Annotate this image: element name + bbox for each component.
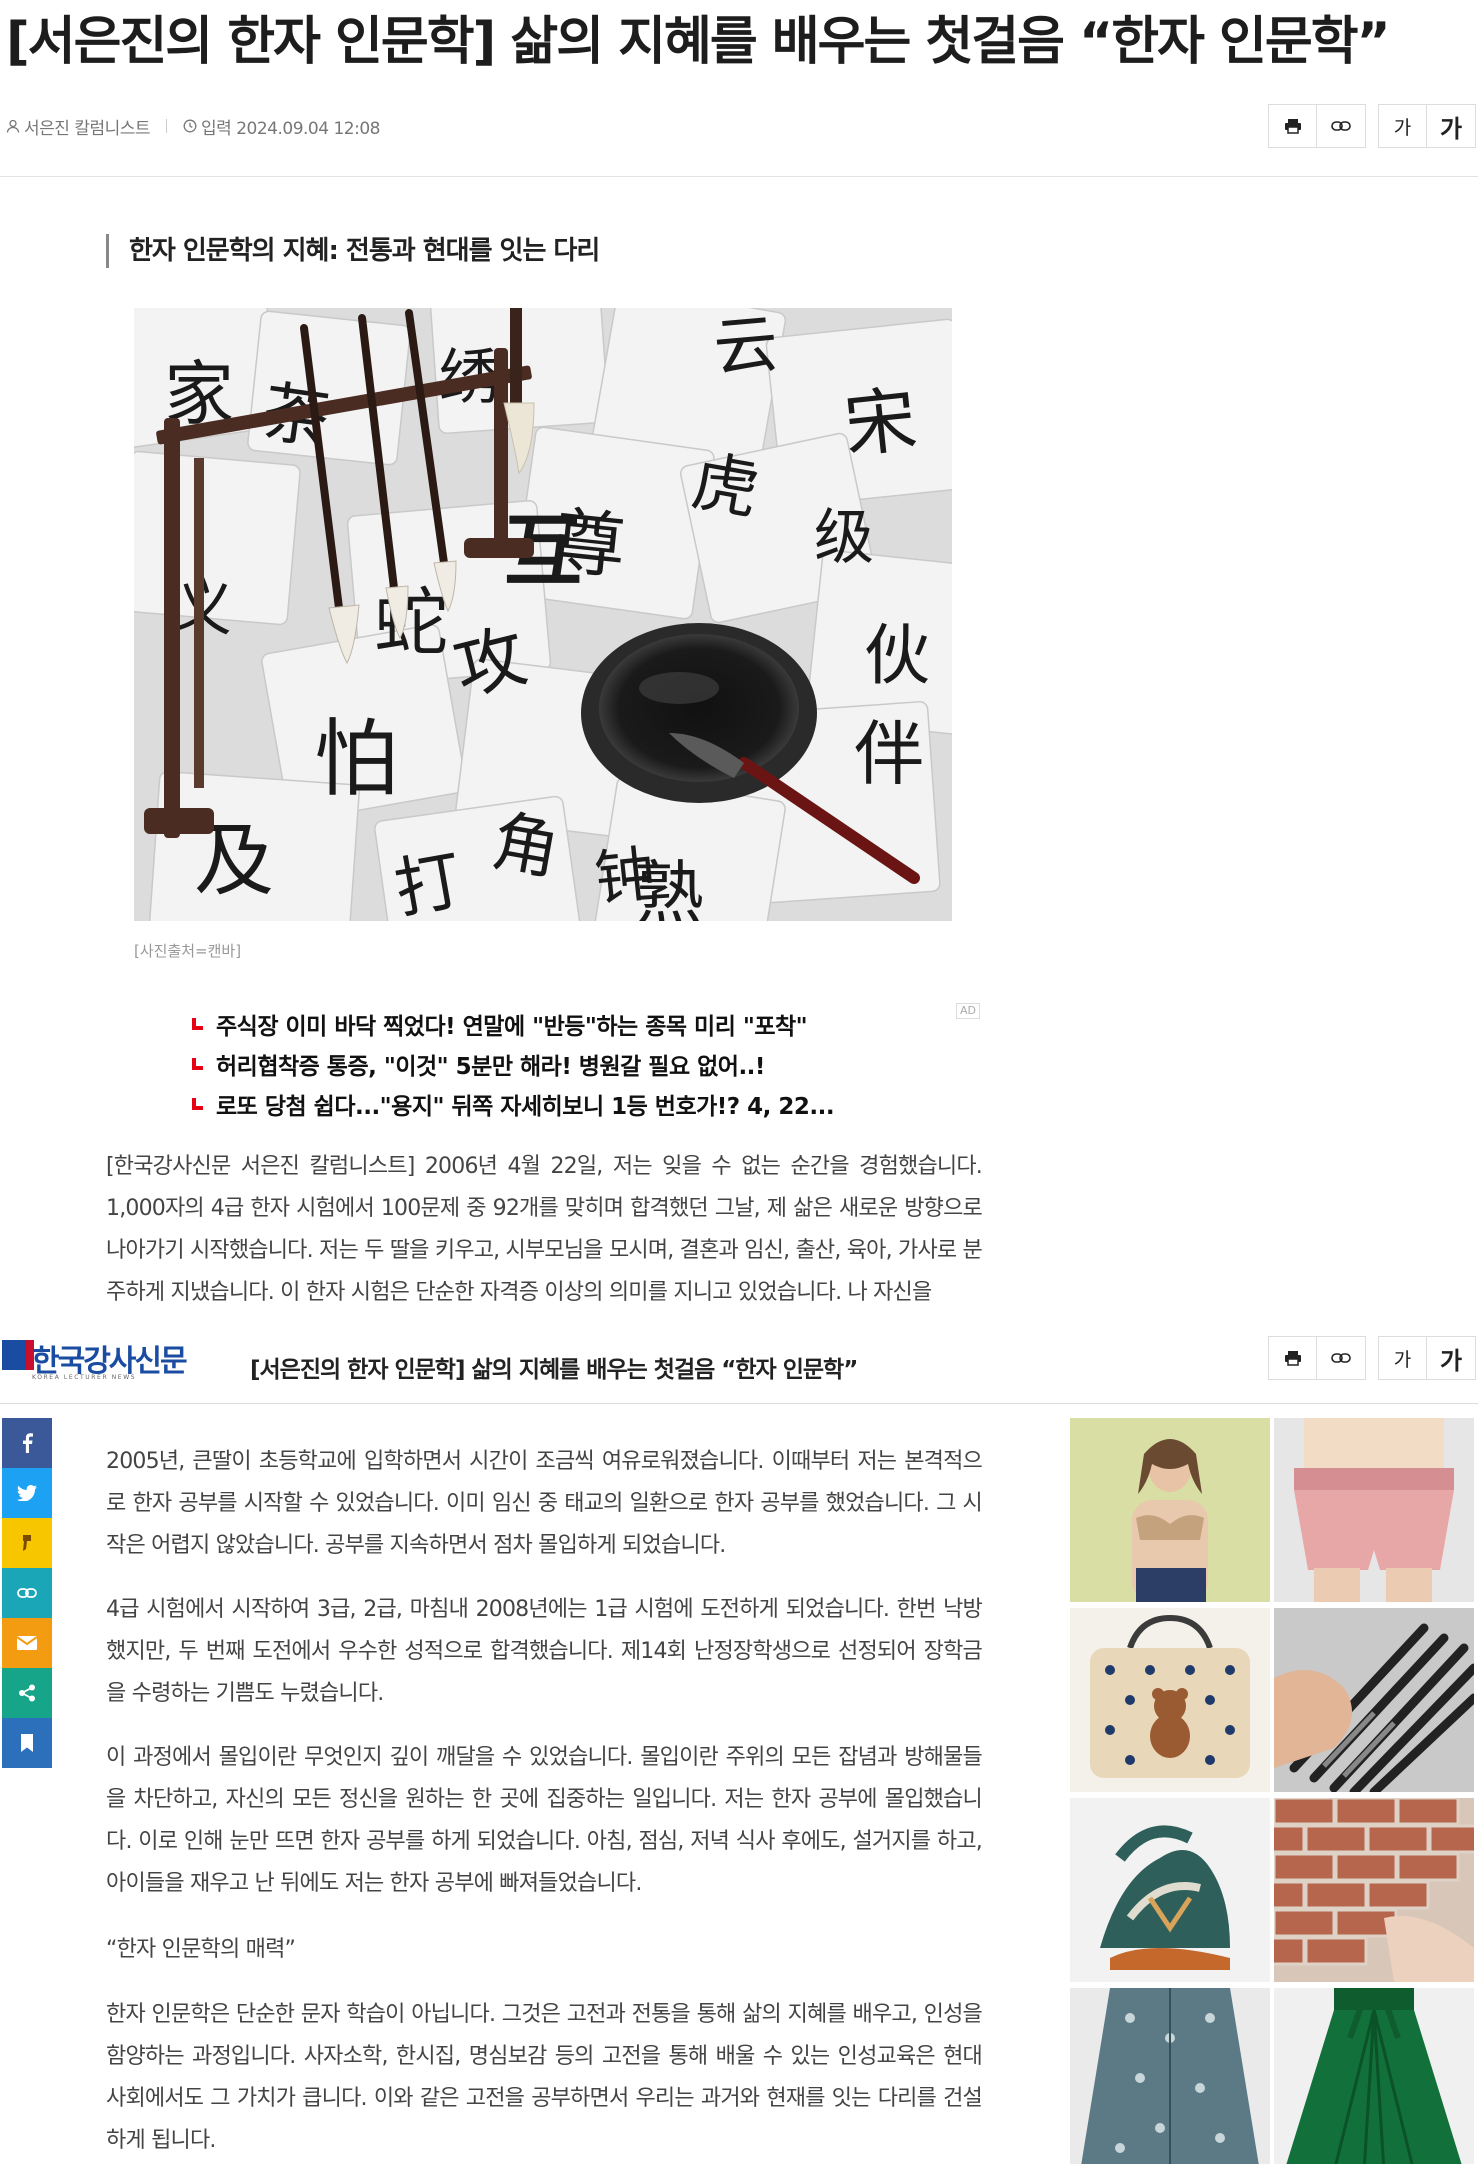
bookmark-icon xyxy=(21,1734,33,1752)
svg-text:角: 角 xyxy=(486,802,564,889)
sponsored-link[interactable]: 로또 당첨 쉽다..."용지" 뒤쪽 자세히보니 1등 번호가!? 4, 22.… xyxy=(192,1084,982,1124)
sidebar-ad-grid[interactable]: ⓘ ✕ xyxy=(1068,1416,1478,2164)
ad-tile[interactable] xyxy=(1070,1798,1270,1982)
clock-icon xyxy=(183,119,197,133)
svg-text:宋: 宋 xyxy=(840,377,920,468)
article-paragraph: 한자 인문학은 단순한 문자 학습이 아닙니다. 그것은 고전과 전통을 통해 … xyxy=(106,2002,983,2153)
svg-text:伴: 伴 xyxy=(854,713,924,795)
sponsored-link[interactable]: 주식장 이미 바닥 찍었다! 연말에 "반등"하는 종목 미리 "포착" xyxy=(192,1004,982,1044)
article-title: [서은진의 한자 인문학] 삶의 지혜를 배우는 첫걸음 “한자 인문학” xyxy=(6,12,1391,72)
logo-subtitle: KOREA LECTURER NEWS xyxy=(32,1374,137,1381)
font-smaller-button[interactable]: 가 xyxy=(1379,105,1427,147)
svg-text:云: 云 xyxy=(711,308,781,386)
ad-tile[interactable] xyxy=(1274,1988,1474,2164)
photo-caption: [사진출처=캔바] xyxy=(134,942,242,960)
article-quote-heading: “한자 인문학의 매력” xyxy=(106,1937,296,1962)
bullet-icon xyxy=(192,1098,204,1110)
share-kakaostory-button[interactable] xyxy=(2,1518,52,1568)
link-icon xyxy=(17,1588,37,1598)
bullet-icon xyxy=(192,1018,204,1030)
svg-text:伙: 伙 xyxy=(864,617,930,694)
article-meta: 서은진 칼럼니스트 입력 2024.09.04 12:08 xyxy=(6,113,380,139)
logo-mark xyxy=(2,1340,34,1370)
svg-text:蛇: 蛇 xyxy=(374,580,448,666)
svg-text:虎: 虎 xyxy=(686,442,764,529)
share-rail xyxy=(2,1418,52,1768)
ad-tile[interactable] xyxy=(1070,1418,1270,1602)
font-size-tools: 가 가 xyxy=(1378,104,1476,148)
publish-date: 입력 2024.09.04 12:08 xyxy=(201,118,380,139)
sticky-title: [서은진의 한자 인문학] 삶의 지혜를 배우는 첫걸음 “한자 인문학” xyxy=(250,1357,858,1383)
share-tools xyxy=(1268,1336,1366,1380)
link-icon xyxy=(1331,1353,1351,1363)
print-button[interactable] xyxy=(1269,1337,1317,1379)
sponsored-link[interactable]: 허리협착증 통증, "이것" 5분만 해라! 병원갈 필요 없어..! xyxy=(192,1044,982,1084)
ad-tile[interactable] xyxy=(1274,1798,1474,1982)
copy-link-button[interactable] xyxy=(1317,105,1365,147)
meta-divider xyxy=(166,119,168,133)
share-copy-link-button[interactable] xyxy=(2,1568,52,1618)
bullet-icon xyxy=(192,1058,204,1070)
svg-text:钟: 钟 xyxy=(591,839,658,915)
sticky-header: 한국강사신문 KOREA LECTURER NEWS [서은진의 한자 인문학]… xyxy=(0,1324,1478,1404)
share-email-button[interactable] xyxy=(2,1618,52,1668)
sticky-toolbar: 가 가 xyxy=(1268,1336,1476,1380)
article-subhead: 한자 인문학의 지혜: 전통과 현대를 잇는 다리 xyxy=(106,234,600,268)
ad-tile[interactable] xyxy=(1274,1418,1474,1602)
ad-tile[interactable] xyxy=(1070,1988,1270,2164)
print-icon xyxy=(1284,1351,1301,1366)
twitter-icon xyxy=(17,1485,37,1501)
font-size-tools: 가 가 xyxy=(1378,1336,1476,1380)
svg-text:怕: 怕 xyxy=(314,710,398,808)
share-facebook-button[interactable] xyxy=(2,1418,52,1468)
facebook-icon xyxy=(23,1433,33,1453)
font-larger-button[interactable]: 가 xyxy=(1427,105,1475,147)
user-icon xyxy=(6,119,20,133)
font-larger-button[interactable]: 가 xyxy=(1427,1337,1475,1379)
article-toolbar: 가 가 xyxy=(1268,104,1476,148)
site-logo[interactable]: 한국강사신문 KOREA LECTURER NEWS xyxy=(2,1336,188,1386)
sponsored-links: 주식장 이미 바닥 찍었다! 연말에 "반등"하는 종목 미리 "포착" 허리협… xyxy=(192,1004,982,1124)
share-more-button[interactable] xyxy=(2,1668,52,1718)
article-paragraph: 4급 시험에서 시작하여 3급, 2급, 마침내 2008년에는 1급 시험에 … xyxy=(106,1597,983,1706)
share-icon xyxy=(19,1684,35,1702)
font-smaller-button[interactable]: 가 xyxy=(1379,1337,1427,1379)
copy-link-button[interactable] xyxy=(1317,1337,1365,1379)
ad-tile[interactable] xyxy=(1274,1608,1474,1792)
article-paragraph: [한국강사신문 서은진 칼럼니스트] 2006년 4월 22일, 저는 잊을 수… xyxy=(106,1154,982,1305)
article-paragraph: 이 과정에서 몰입이란 무엇인지 깊이 깨달을 수 있었습니다. 몰입이란 주위… xyxy=(106,1745,983,1896)
bookmark-button[interactable] xyxy=(2,1718,52,1768)
sponsored-link-text: 주식장 이미 바닥 찍었다! 연말에 "반등"하는 종목 미리 "포착" xyxy=(216,1014,808,1040)
ad-tile[interactable] xyxy=(1070,1608,1270,1792)
share-twitter-button[interactable] xyxy=(2,1468,52,1518)
share-tools xyxy=(1268,104,1366,148)
article-paragraph: 2005년, 큰딸이 초등학교에 입학하면서 시간이 조금씩 여유로워졌습니다.… xyxy=(106,1449,983,1558)
email-icon xyxy=(17,1636,37,1650)
header-divider xyxy=(0,176,1478,177)
author-name: 서은진 칼럼니스트 xyxy=(24,118,151,139)
kakaostory-icon xyxy=(23,1535,31,1551)
print-button[interactable] xyxy=(1269,105,1317,147)
link-icon xyxy=(1331,121,1351,131)
sponsored-link-text: 허리협착증 통증, "이것" 5분만 해라! 병원갈 필요 없어..! xyxy=(216,1054,765,1080)
article-photo: 家 茶 绣 云 宋 虎 尊 级 互 蛇 攻 怕 伙 伴 令 及 打 角 熟 钟 … xyxy=(134,308,952,921)
print-icon xyxy=(1284,119,1301,134)
sponsored-link-text: 로또 당첨 쉽다..."용지" 뒤쪽 자세히보니 1등 번호가!? 4, 22.… xyxy=(216,1094,835,1120)
svg-text:级: 级 xyxy=(814,503,874,573)
svg-text:打: 打 xyxy=(389,841,467,921)
